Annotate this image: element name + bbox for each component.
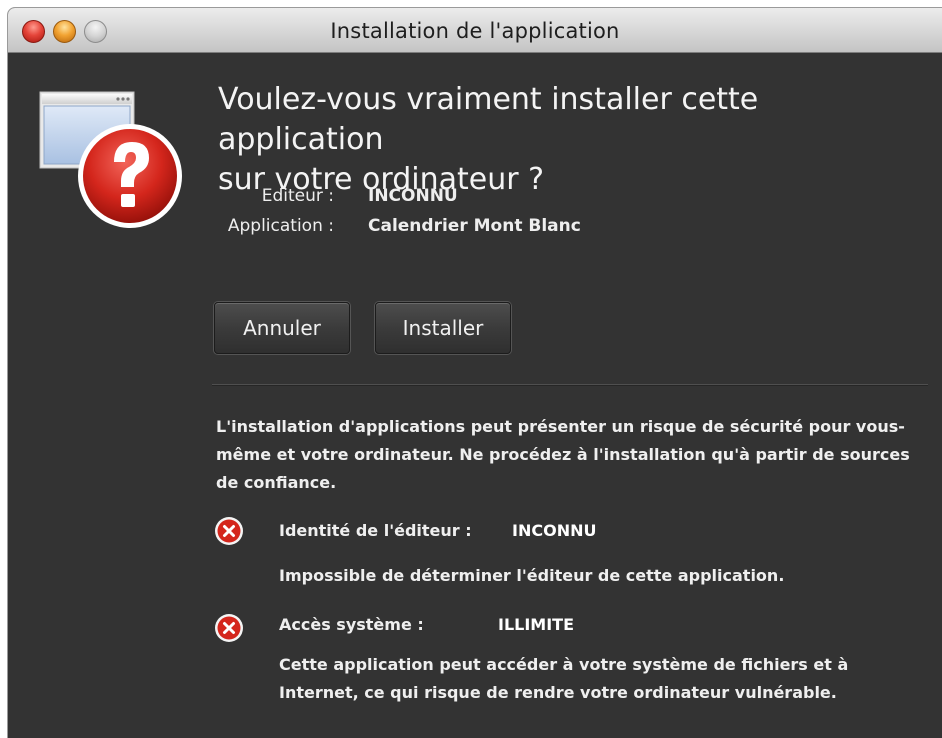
application-window-question-icon [39,91,182,228]
system-access-label: Accès système : [279,615,424,634]
install-dialog-window: Installation de l'application Voulez-vou… [8,8,942,738]
dialog-heading-line1: Voulez-vous vraiment installer cette app… [218,82,759,157]
system-access-description: Cette application peut accéder à votre s… [279,655,849,702]
divider [212,384,928,386]
publisher-identity-label: Identité de l'éditeur : [279,521,472,540]
cancel-button[interactable]: Annuler [214,302,350,354]
red-x-circle-icon [215,517,243,545]
dialog-heading: Voulez-vous vraiment installer cette app… [218,80,918,200]
application-label: Application : [227,216,334,236]
application-value: Calendrier Mont Blanc [368,216,581,236]
security-warning-text: L'installation d'applications peut prése… [216,417,910,492]
install-button[interactable]: Installer [375,302,511,354]
publisher-identity-description: Impossible de déterminer l'éditeur de ce… [279,566,785,585]
red-x-circle-icon [215,614,243,642]
title-bar[interactable]: Installation de l'application [8,8,942,53]
publisher-label: Editeur : [261,186,334,206]
publisher-value: INCONNU [368,186,458,206]
publisher-identity-value: INCONNU [512,521,597,540]
window-title: Installation de l'application [330,19,620,43]
system-access-value: ILLIMITE [498,615,575,634]
